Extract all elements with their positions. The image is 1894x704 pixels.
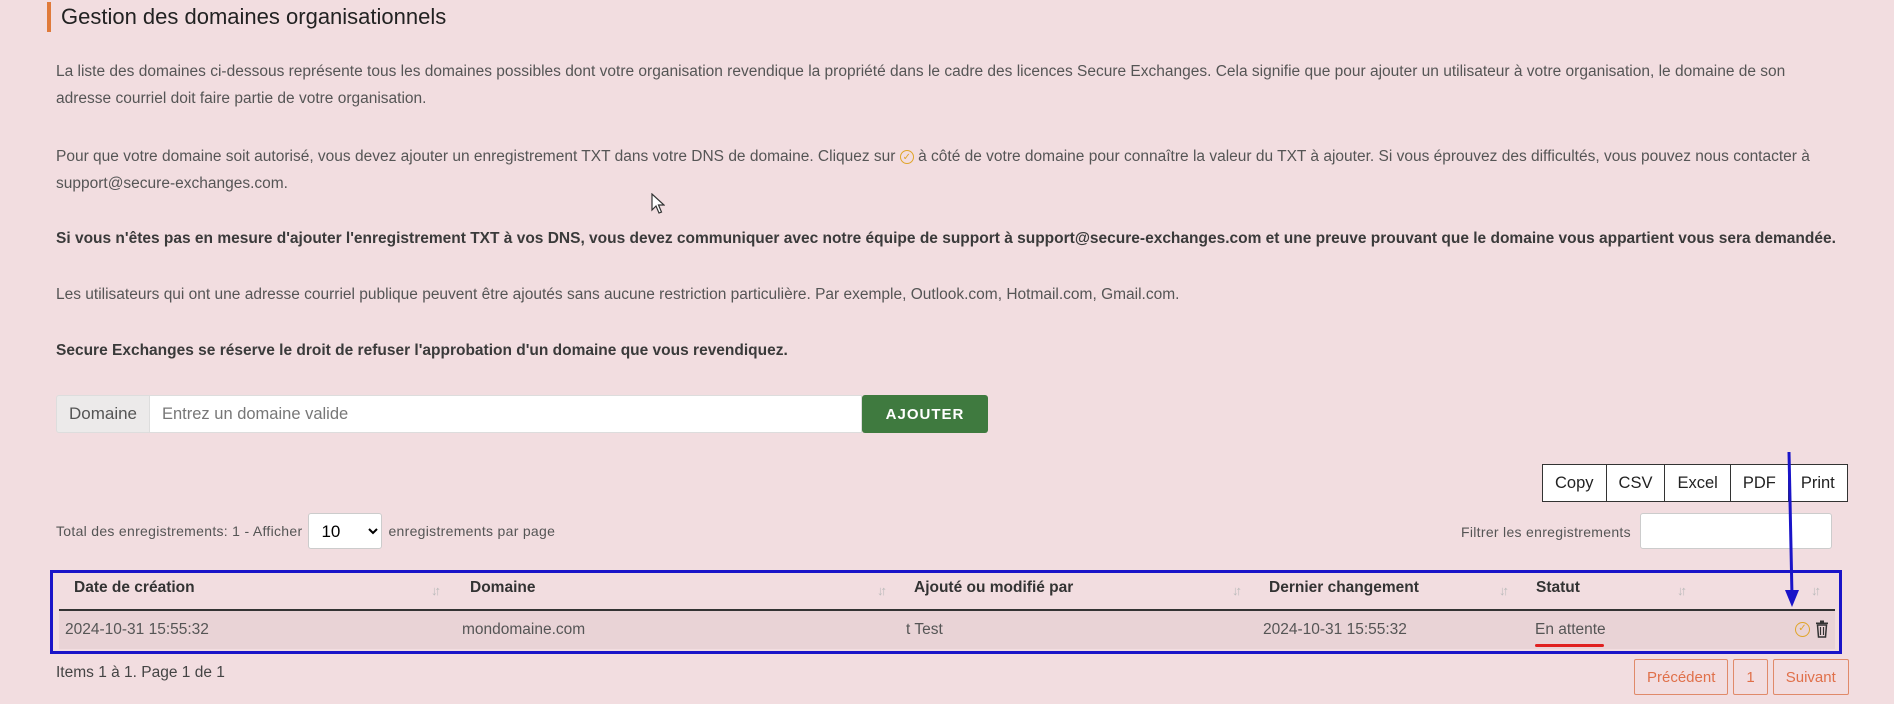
domain-form: Domaine AJOUTER — [56, 395, 988, 433]
header-modified-by[interactable]: Ajouté ou modifié par — [914, 579, 1073, 597]
cell-modified-by: t Test — [906, 621, 943, 638]
sort-icon[interactable]: ↓↑ — [1499, 583, 1509, 598]
pagination: Précédent 1 Suivant — [1634, 659, 1854, 695]
total-records-label: Total des enregistrements: 1 - Afficher — [56, 523, 303, 539]
header-last-change[interactable]: Dernier changement — [1269, 579, 1419, 597]
table-row: 2024-10-31 15:55:32 mondomaine.com t Tes… — [59, 611, 1835, 649]
excel-button[interactable]: Excel — [1664, 464, 1731, 502]
copy-button[interactable]: Copy — [1542, 464, 1607, 502]
check-circle-icon[interactable]: ✓ — [1795, 622, 1810, 637]
header-domain[interactable]: Domaine — [470, 579, 535, 597]
add-domain-button[interactable]: AJOUTER — [862, 395, 988, 433]
domain-input[interactable] — [150, 395, 862, 433]
trash-icon[interactable] — [1815, 620, 1829, 638]
table-header: Date de création ↓↑ Domaine ↓↑ Ajouté ou… — [59, 573, 1835, 611]
check-circle-icon: ✓ — [899, 149, 914, 164]
per-page-label: enregistrements par page — [388, 523, 556, 539]
cell-domain: mondomaine.com — [462, 621, 586, 638]
txt-instructions-text-start: Pour que votre domaine soit autorisé, vo… — [56, 148, 900, 165]
sort-icon[interactable]: ↓↑ — [431, 583, 441, 598]
page-title: Gestion des domaines organisationnels — [47, 2, 446, 32]
page-number-button[interactable]: 1 — [1733, 659, 1768, 695]
sort-icon[interactable]: ↓↑ — [1232, 583, 1242, 598]
rights-notice-paragraph: Secure Exchanges se réserve le droit de … — [56, 342, 788, 359]
sort-icon[interactable]: ↓↑ — [1677, 583, 1687, 598]
arrow-down-icon — [1785, 451, 1799, 607]
cell-last-change: 2024-10-31 15:55:32 — [1263, 621, 1407, 638]
mouse-cursor-icon — [651, 193, 665, 214]
public-email-paragraph: Les utilisateurs qui ont une adresse cou… — [56, 286, 1180, 303]
status-badge: En attente — [1535, 621, 1606, 638]
next-page-button[interactable]: Suivant — [1772, 659, 1849, 695]
cell-created: 2024-10-31 15:55:32 — [65, 621, 209, 638]
sort-icon[interactable]: ↓↑ — [1811, 583, 1821, 598]
txt-instructions-paragraph: Pour que votre domaine soit autorisé, vo… — [56, 143, 1836, 197]
header-status[interactable]: Statut — [1536, 579, 1580, 597]
page-size-select[interactable]: 10 — [308, 513, 383, 549]
previous-page-button[interactable]: Précédent — [1634, 659, 1729, 695]
intro-paragraph: La liste des domaines ci-dessous représe… — [56, 63, 1786, 107]
domains-table: Date de création ↓↑ Domaine ↓↑ Ajouté ou… — [50, 570, 1842, 654]
support-notice-paragraph: Si vous n'êtes pas en mesure d'ajouter l… — [56, 230, 1836, 247]
csv-button[interactable]: CSV — [1605, 464, 1666, 502]
records-summary: Total des enregistrements: 1 - Afficher … — [56, 513, 555, 549]
domain-label: Domaine — [56, 395, 150, 433]
status-highlight — [1535, 644, 1604, 647]
header-created[interactable]: Date de création — [74, 579, 195, 597]
items-info: Items 1 à 1. Page 1 de 1 — [56, 664, 225, 681]
filter-label: Filtrer les enregistrements — [1461, 524, 1631, 540]
sort-icon[interactable]: ↓↑ — [877, 583, 887, 598]
